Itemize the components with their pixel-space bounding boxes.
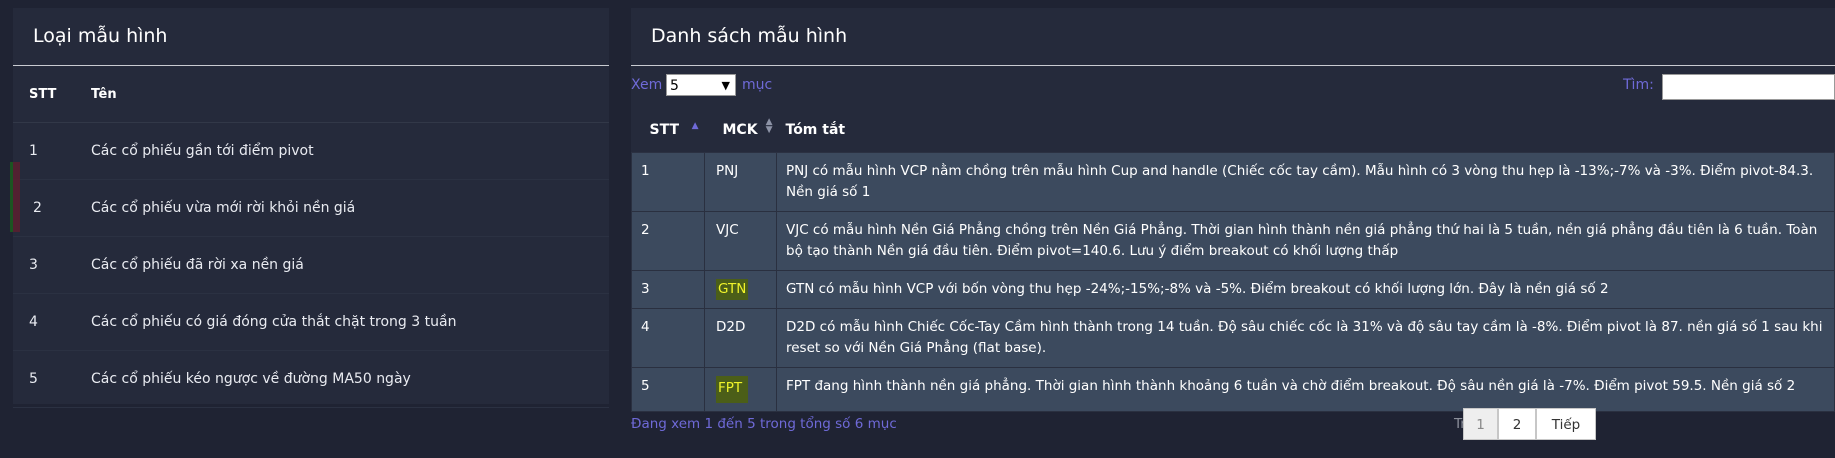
row-mck: FPT (716, 376, 749, 403)
table-controls: Xem 5 ▼ mục Tìm: (631, 74, 1835, 100)
header-stt: STT (13, 66, 91, 123)
table-row[interactable]: 4 Các cổ phiếu có giá đóng cửa thắt chặt… (13, 293, 609, 351)
row-name[interactable]: Các cổ phiếu kéo ngược về đường MA50 ngà… (91, 350, 609, 408)
row-summary: PNJ có mẫu hình VCP nằm chồng trên mẫu h… (776, 152, 1835, 212)
length-label-post: mục (742, 77, 773, 93)
header-name: Tên (91, 66, 609, 123)
pattern-type-table: STT Tên 1 Các cổ phiếu gần tới điểm pivo… (13, 66, 609, 408)
row-mck: PNJ (704, 152, 777, 212)
row-name[interactable]: Các cổ phiếu có giá đóng cửa thắt chặt t… (91, 293, 609, 351)
row-summary: FPT đang hình thành nền giá phẳng. Thời … (776, 367, 1835, 412)
row-summary: GTN có mẫu hình VCP với bốn vòng thu hẹp… (776, 270, 1835, 309)
table-row[interactable]: 2 VJC VJC có mẫu hình Nền Giá Phẳng chồn… (631, 211, 1835, 271)
row-summary: D2D có mẫu hình Chiếc Cốc-Tay Cầm hình t… (776, 308, 1835, 368)
page-length-value: 5 (670, 78, 679, 94)
pattern-list-panel: Danh sách mẫu hình Xem 5 ▼ mục Tìm: STT … (631, 8, 1835, 440)
header-mck[interactable]: MCK ▲ ▼ (704, 108, 777, 153)
table-row[interactable]: 3 GTN GTN có mẫu hình VCP với bốn vòng t… (631, 270, 1835, 309)
header-mck-label: MCK (722, 122, 758, 138)
row-stt: 1 (13, 122, 91, 180)
table-info: Đang xem 1 đến 5 trong tổng số 6 mục (631, 416, 897, 432)
search-input[interactable] (1662, 74, 1835, 100)
row-name[interactable]: Các cổ phiếu gần tới điểm pivot (91, 122, 609, 180)
pattern-list-table-wrap: STT ▲ MCK ▲ ▼ Tóm tắt 1 PNJ PNJ có mẫu h… (631, 108, 1835, 412)
search-label: Tìm: (1623, 77, 1654, 93)
chevron-down-icon: ▼ (721, 79, 730, 92)
row-mck-cell: GTN (704, 270, 777, 309)
row-mck-cell: FPT (704, 367, 777, 412)
row-stt: 5 (631, 367, 705, 412)
row-stt: 5 (13, 350, 91, 408)
header-stt-label: STT (649, 122, 680, 138)
length-label-pre: Xem (631, 77, 663, 93)
table-row[interactable]: 2 Các cổ phiếu vừa mới rời khỏi nền giá (13, 179, 609, 237)
highlight-mark (10, 162, 20, 232)
row-mck: D2D (704, 308, 777, 368)
row-stt: 4 (631, 308, 705, 368)
row-name[interactable]: Các cổ phiếu vừa mới rời khỏi nền giá (91, 179, 609, 237)
table-row[interactable]: 3 Các cổ phiếu đã rời xa nền giá (13, 236, 609, 294)
row-stt: 2 (13, 179, 91, 237)
table-row[interactable]: 4 D2D D2D có mẫu hình Chiếc Cốc-Tay Cầm … (631, 308, 1835, 368)
row-mck: VJC (704, 211, 777, 271)
header-stt[interactable]: STT ▲ (631, 108, 705, 153)
row-stt: 1 (631, 152, 705, 212)
row-stt: 3 (13, 236, 91, 294)
row-name[interactable]: Các cổ phiếu đã rời xa nền giá (91, 236, 609, 294)
pattern-type-panel: Loại mẫu hình STT Tên 1 Các cổ phiếu gần… (13, 8, 609, 408)
table-row[interactable]: 5 Các cổ phiếu kéo ngược về đường MA50 n… (13, 350, 609, 408)
row-summary: VJC có mẫu hình Nền Giá Phẳng chồng trên… (776, 211, 1835, 271)
header-summary[interactable]: Tóm tắt (776, 108, 1835, 153)
sort-asc-icon: ▲ (691, 121, 699, 131)
page-length-select[interactable]: 5 ▼ (666, 74, 736, 96)
pager-page-1[interactable]: 1 (1463, 408, 1498, 440)
pager-page-2[interactable]: 2 (1498, 408, 1536, 440)
pattern-list-title: Danh sách mẫu hình (631, 8, 1835, 66)
row-mck: GTN (716, 279, 749, 300)
table-row[interactable]: 5 FPT FPT đang hình thành nền giá phẳng.… (631, 367, 1835, 412)
sort-both-icon: ▲ ▼ (765, 117, 773, 135)
pattern-type-title: Loại mẫu hình (13, 8, 609, 66)
table-row[interactable]: 1 PNJ PNJ có mẫu hình VCP nằm chồng trên… (631, 152, 1835, 212)
header-summary-label: Tóm tắt (785, 122, 846, 138)
table-row[interactable]: 1 Các cổ phiếu gần tới điểm pivot (13, 122, 609, 180)
pager-next-button[interactable]: Tiếp (1536, 408, 1596, 440)
row-stt: 4 (13, 293, 91, 351)
row-stt: 3 (631, 270, 705, 309)
pattern-list-table: STT ▲ MCK ▲ ▼ Tóm tắt 1 PNJ PNJ có mẫu h… (631, 108, 1835, 412)
row-stt: 2 (631, 211, 705, 271)
